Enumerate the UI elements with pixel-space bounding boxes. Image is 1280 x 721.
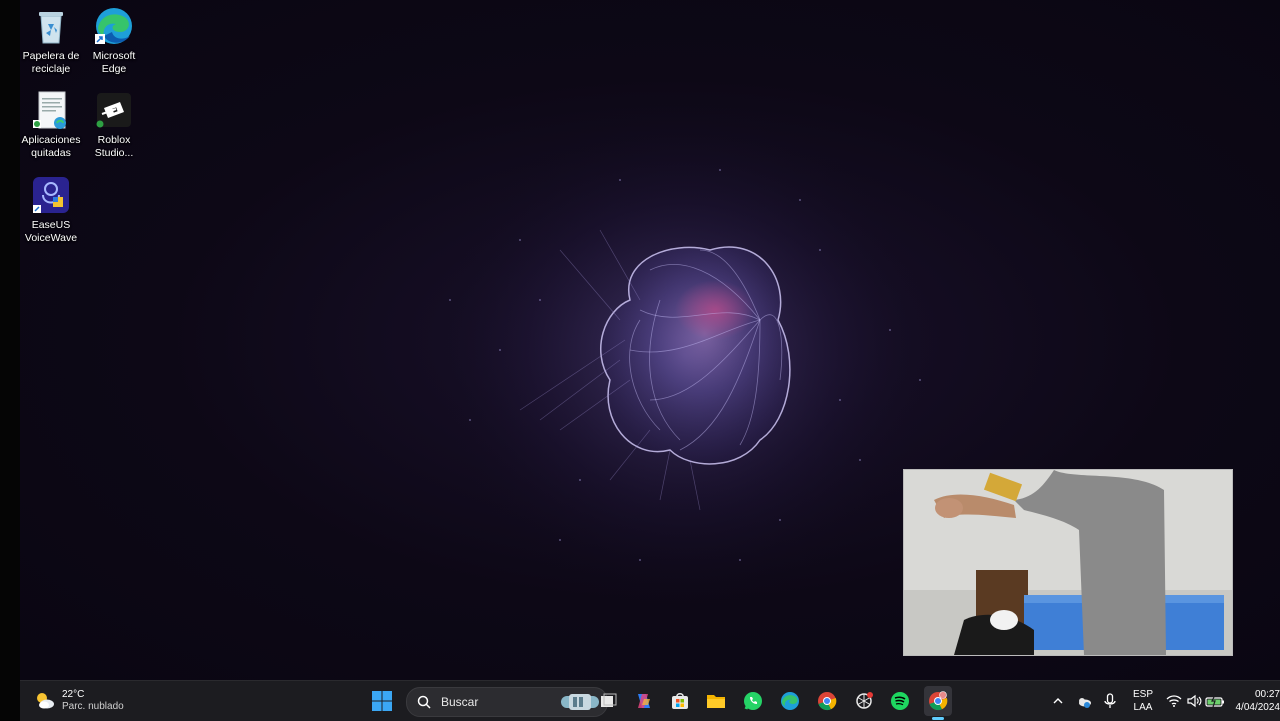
input-language-indicator[interactable]: ESP LAA [1130, 688, 1156, 714]
taskbar-search-box[interactable]: Buscar [406, 687, 608, 717]
clock-time: 00:27 [1254, 689, 1280, 700]
openai-icon [856, 692, 873, 709]
spotify-button[interactable] [888, 689, 912, 713]
easeus-voicewave-icon [31, 175, 71, 215]
edge-icon [94, 6, 134, 46]
taskbar: 22°C Parc. nublado Buscar ESP LAA 00:27 … [20, 680, 1280, 721]
screen-left-border [0, 0, 20, 720]
desktop-icon-roblox-studio[interactable]: Roblox Studio... [82, 90, 146, 160]
chrome-active-icon [929, 691, 948, 711]
copilot-icon [638, 694, 650, 708]
language-code: ESP [1132, 689, 1153, 700]
microphone-button[interactable] [1098, 689, 1122, 713]
search-highlight-icon [561, 694, 599, 710]
keyboard-layout: LAA [1133, 702, 1153, 713]
search-placeholder: Buscar [441, 695, 479, 709]
search-icon [417, 695, 431, 709]
clock[interactable]: 00:27 4/04/2024 [1234, 688, 1280, 714]
webcam-feed-image [904, 470, 1232, 655]
webcam-overlay [903, 469, 1233, 656]
edge-icon [781, 692, 799, 710]
volume-icon [1187, 694, 1202, 708]
recycle-bin-icon [31, 6, 71, 46]
start-button[interactable] [370, 689, 394, 713]
document-icon [31, 90, 71, 130]
spotify-icon [891, 692, 909, 710]
desktop-icon-label: Roblox Studio... [94, 134, 134, 159]
task-view-button[interactable] [596, 689, 620, 713]
weather-condition: Parc. nublado [62, 701, 124, 712]
desktop-icon-microsoft-edge[interactable]: Microsoft Edge [82, 6, 146, 76]
desktop-icon-label: Papelera de reciclaje [22, 50, 80, 75]
onedrive-icon [1079, 698, 1091, 708]
store-icon [672, 693, 688, 709]
chrome-icon [818, 692, 837, 711]
chrome-button[interactable] [815, 689, 839, 713]
task-view-icon [601, 693, 617, 707]
wifi-icon [1166, 695, 1182, 707]
partly-cloudy-icon [37, 693, 54, 709]
chrome-active-button[interactable] [924, 686, 952, 716]
show-hidden-icons-button[interactable] [1046, 689, 1070, 713]
battery-button[interactable] [1203, 689, 1227, 713]
start-icon [372, 691, 392, 711]
microsoft-store-button[interactable] [668, 689, 692, 713]
desktop-icon-easeus-voicewave[interactable]: EaseUS VoiceWave [20, 175, 83, 245]
chevron-up-icon [1053, 698, 1063, 704]
file-explorer-icon [707, 695, 725, 708]
weather-widget[interactable]: 22°C Parc. nublado [34, 687, 144, 715]
weather-temperature: 22°C [62, 689, 85, 700]
desktop-icon-label: EaseUS VoiceWave [24, 219, 78, 244]
clock-date: 4/04/2024 [1235, 702, 1280, 713]
file-explorer-button[interactable] [704, 689, 728, 713]
desktop-icon-aplicaciones-quitadas[interactable]: Aplicaciones quitadas [20, 90, 83, 160]
edge-taskbar-button[interactable] [778, 689, 802, 713]
desktop-icon-label: Aplicaciones quitadas [21, 134, 81, 159]
desktop-icon-recycle-bin[interactable]: Papelera de reciclaje [20, 6, 83, 76]
whatsapp-icon [744, 692, 762, 710]
copilot-button[interactable] [632, 689, 656, 713]
onedrive-button[interactable] [1072, 689, 1096, 713]
battery-charging-icon [1205, 694, 1224, 708]
roblox-studio-icon [94, 90, 134, 130]
microphone-icon [1104, 693, 1116, 708]
whatsapp-button[interactable] [741, 689, 765, 713]
openai-button[interactable] [852, 689, 876, 713]
desktop-icon-label: Microsoft Edge [92, 50, 136, 75]
